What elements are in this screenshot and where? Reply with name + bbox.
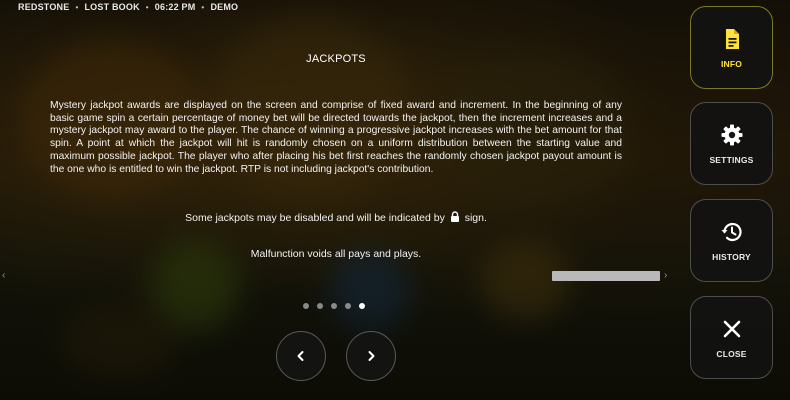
game-title: LOST BOOK — [84, 2, 140, 12]
info-label: INFO — [720, 58, 743, 69]
gear-icon — [721, 124, 742, 145]
pagination-dot[interactable] — [331, 303, 337, 309]
status-bar: REDSTONE • LOST BOOK • 06:22 PM • DEMO — [18, 2, 238, 12]
page-title: JACKPOTS — [306, 53, 366, 65]
chevron-right-icon — [368, 351, 375, 361]
next-page-button[interactable] — [346, 331, 396, 381]
lock-note-text: Some jackpots may be disabled and will b… — [185, 212, 445, 224]
document-icon — [725, 28, 739, 49]
pagination-dot[interactable] — [359, 303, 365, 309]
pagination-dots — [303, 303, 365, 309]
status-separator: • — [75, 2, 79, 12]
disabled-jackpot-note: Some jackpots may be disabled and will b… — [0, 211, 672, 225]
mode-label: DEMO — [210, 2, 239, 12]
settings-label: SETTINGS — [709, 154, 754, 165]
history-icon — [721, 222, 742, 241]
malfunction-notice: Malfunction voids all pays and plays. — [250, 248, 422, 260]
settings-button[interactable]: SETTINGS — [690, 102, 773, 185]
scroll-left-icon[interactable]: ‹ — [2, 270, 5, 281]
horizontal-scrollbar[interactable] — [552, 271, 660, 281]
pagination-dot[interactable] — [303, 303, 309, 309]
history-label: HISTORY — [712, 251, 751, 262]
status-separator: • — [201, 2, 205, 12]
pagination-dot[interactable] — [345, 303, 351, 309]
clock: 06:22 PM — [154, 2, 196, 12]
status-separator: • — [145, 2, 149, 12]
scroll-right-icon[interactable]: › — [664, 270, 667, 281]
game-provider: REDSTONE — [18, 2, 70, 12]
chevron-left-icon — [297, 351, 304, 361]
pagination-dot[interactable] — [317, 303, 323, 309]
close-icon — [723, 320, 740, 337]
history-button[interactable]: HISTORY — [690, 199, 773, 282]
jackpot-description: Mystery jackpot awards are displayed on … — [50, 100, 622, 175]
previous-page-button[interactable] — [276, 331, 326, 381]
close-label: CLOSE — [716, 348, 747, 359]
info-button[interactable]: INFO — [690, 6, 773, 89]
close-button[interactable]: CLOSE — [690, 296, 773, 379]
lock-icon — [448, 211, 462, 225]
lock-note-suffix: sign. — [464, 212, 487, 224]
